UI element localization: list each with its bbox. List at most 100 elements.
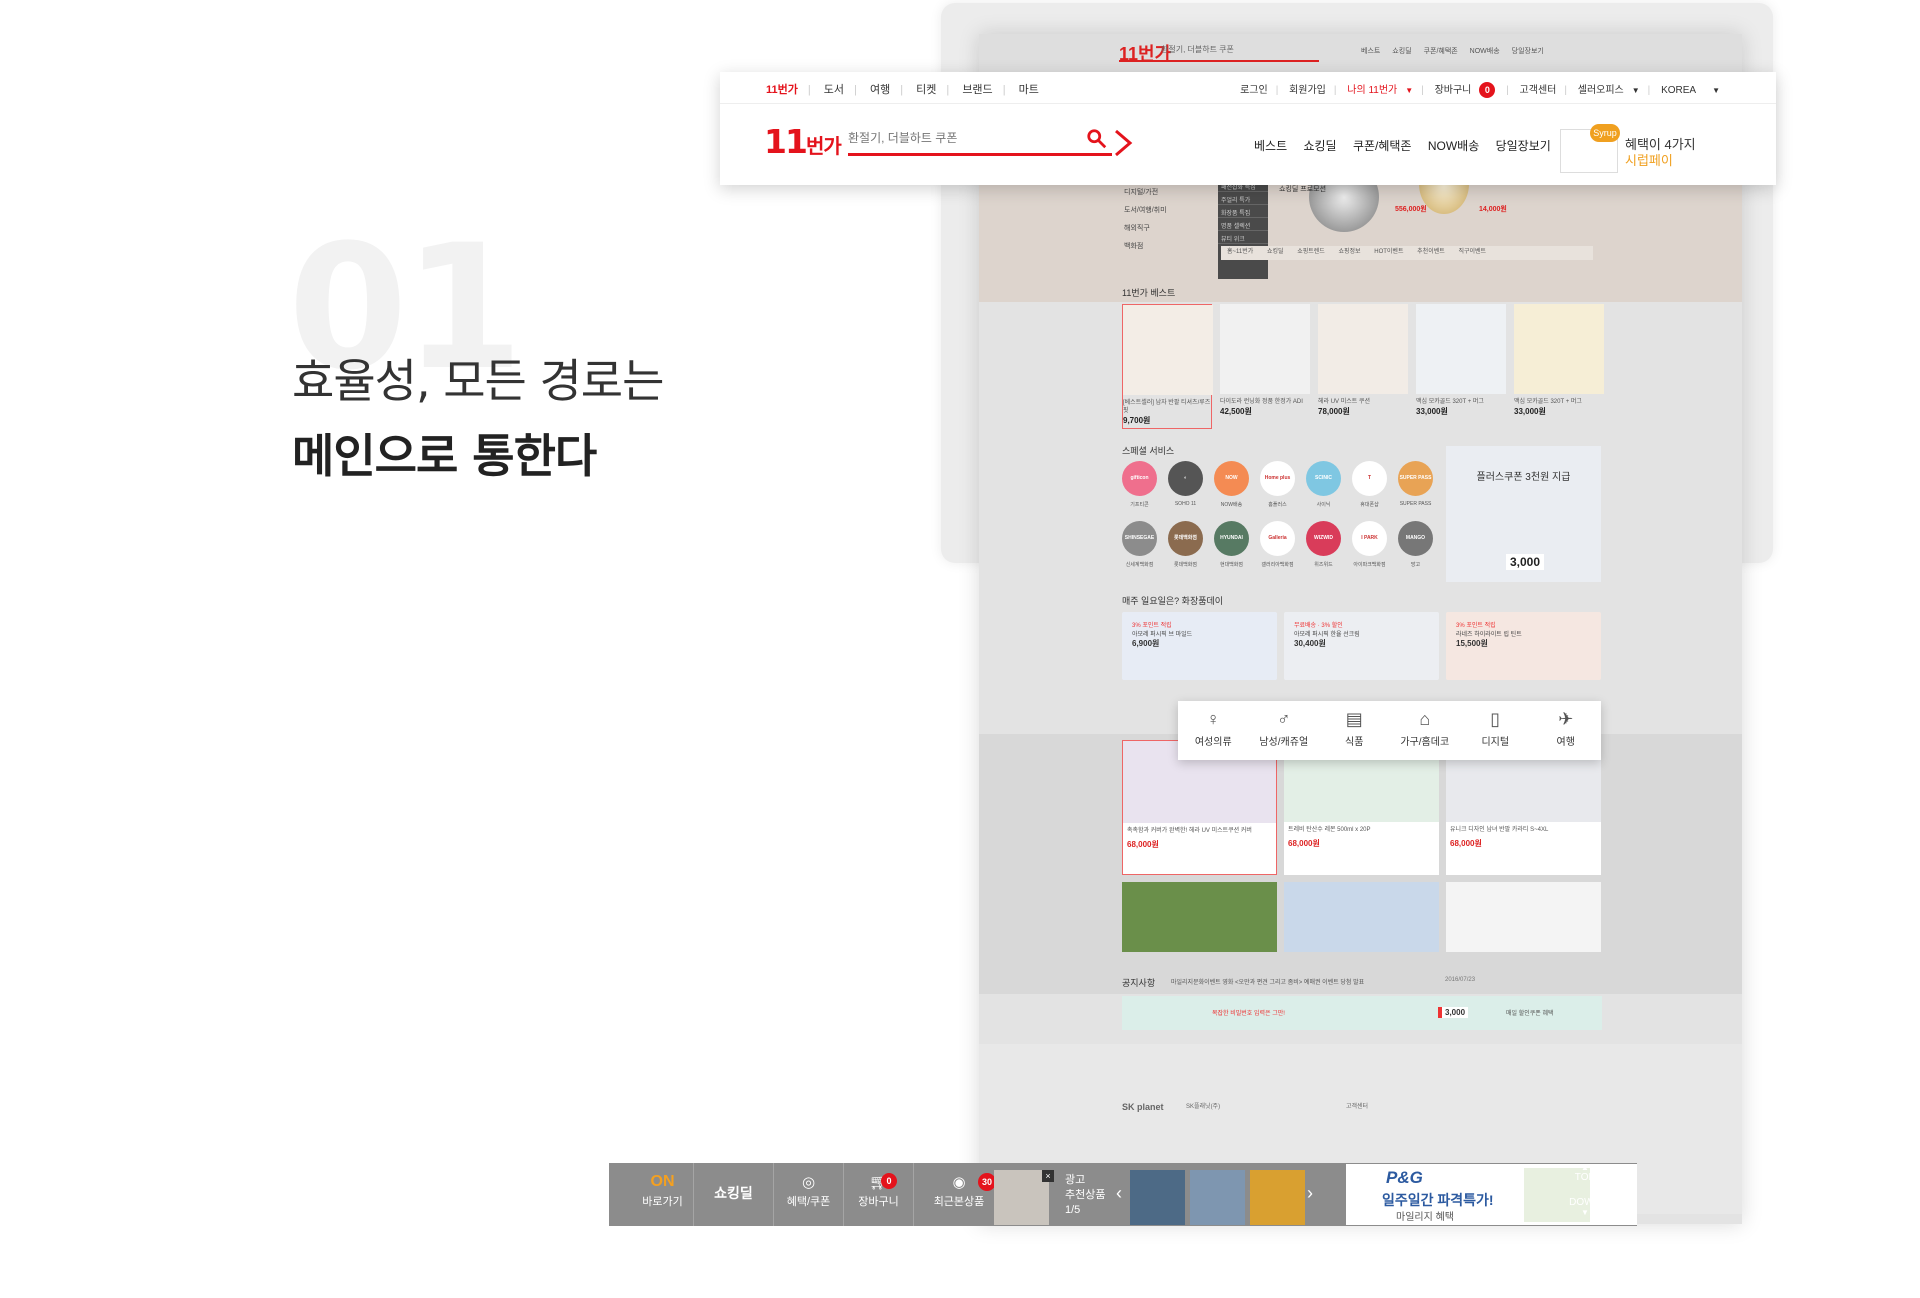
hero-menu-item[interactable]: 해외직구: [1124, 220, 1167, 238]
hero-menu-item[interactable]: 도서/여행/취미: [1124, 202, 1167, 220]
up-arrow-icon[interactable]: ▲: [1558, 1163, 1612, 1172]
site-logo[interactable]: 11번가: [764, 122, 842, 161]
language-select[interactable]: KOREA: [1661, 85, 1696, 96]
best-product[interactable]: 다이도라 런닝화 정품 한정가 ADI 42,500원: [1220, 304, 1310, 429]
hero-submenu-item[interactable]: 화장품 특집: [1218, 205, 1268, 218]
service-label: SUPER PASS: [1399, 501, 1432, 507]
next-arrow-icon[interactable]: ›: [1307, 1183, 1313, 1204]
cs-link[interactable]: 고객센터: [1520, 85, 1557, 96]
service-round-icon[interactable]: SUPER PASS: [1398, 461, 1433, 496]
service-round-icon[interactable]: 롯데백화점: [1168, 521, 1203, 556]
best-product[interactable]: 맥심 모카골드 320T + 머그 33,000원: [1514, 304, 1604, 429]
benefit-coupon-button[interactable]: ◎ 혜택/쿠폰: [774, 1163, 844, 1226]
hero-menu-item[interactable]: 백화점: [1124, 238, 1167, 256]
deal-banner-image[interactable]: [1446, 882, 1601, 952]
close-icon[interactable]: ×: [1042, 1170, 1054, 1182]
deal-card[interactable]: 촉촉함과 커버가 완벽한! 헤라 UV 미스트쿠션 커버 68,000원: [1122, 740, 1277, 875]
top-button[interactable]: TOP: [1558, 1172, 1612, 1183]
down-arrow-icon[interactable]: ▼: [1558, 1208, 1612, 1217]
weekly-banner[interactable]: 무료배송 · 3% 할인 아모레 퍼시픽 한율 선크림 30,400원: [1284, 612, 1439, 680]
syrup-text-2[interactable]: 시럽페이: [1625, 150, 1673, 169]
service-round-icon[interactable]: MANGO: [1398, 521, 1433, 556]
hero-tab[interactable]: 쇼킹딜: [1267, 249, 1284, 255]
chevron-down-icon[interactable]: ▼: [1712, 86, 1720, 95]
hero-tab[interactable]: 추천이벤트: [1417, 249, 1445, 255]
service-round-icon[interactable]: gifticon: [1122, 461, 1157, 496]
category-furniture[interactable]: ⌂ 가구/홈데코: [1395, 709, 1455, 760]
chevron-down-icon[interactable]: ▼: [1405, 86, 1413, 95]
mini-nav-item[interactable]: 쿠폰/혜택존: [1424, 48, 1458, 55]
recommend-product-thumb[interactable]: [1190, 1170, 1245, 1225]
hero-menu-item[interactable]: 디지털/가전: [1124, 184, 1167, 202]
deal-banner-image[interactable]: [1284, 882, 1439, 952]
deal-card[interactable]: 트레비 탄산수 레몬 500ml x 20P 68,000원: [1284, 740, 1439, 875]
service-round-icon[interactable]: Home plus: [1260, 461, 1295, 496]
login-link[interactable]: 로그인: [1240, 85, 1268, 96]
deal-card[interactable]: 유니크 디자인 남녀 반팔 카라티 S~4XL 68,000원: [1446, 740, 1601, 875]
mini-nav-item[interactable]: 쇼킹딜: [1392, 48, 1411, 55]
recommend-product-thumb[interactable]: [1250, 1170, 1305, 1225]
topbar-link-11st[interactable]: 11번가: [766, 84, 798, 96]
service-round-icon[interactable]: SCINIC: [1306, 461, 1341, 496]
category-travel[interactable]: ✈ 여행: [1536, 709, 1596, 760]
prev-arrow-icon[interactable]: ‹: [1116, 1183, 1122, 1204]
cart-button[interactable]: 🛒︎ 장바구니 0: [844, 1163, 914, 1226]
hero-tab[interactable]: 쇼핑정보: [1338, 249, 1360, 255]
hero-tab[interactable]: 홈~11번가: [1227, 249, 1253, 255]
best-product[interactable]: 맥심 모카골드 320T + 머그 33,000원: [1416, 304, 1506, 429]
recent-button[interactable]: ◉ 최근본상품 30: [914, 1163, 1004, 1226]
hero-submenu-item[interactable]: 명품 셀렉션: [1218, 218, 1268, 231]
down-button[interactable]: DOWN: [1558, 1197, 1612, 1208]
category-food[interactable]: ▤ 식품: [1324, 709, 1384, 760]
notice-text[interactable]: 마일리지문화이벤트 영화 <오만과 편견 그리고 좀비> 예매권 이벤트 당첨 …: [1171, 977, 1364, 986]
nav-same-day[interactable]: 당일장보기: [1496, 139, 1551, 153]
chevron-down-icon[interactable]: ▼: [1632, 86, 1640, 95]
hero-tab[interactable]: HOT이벤트: [1374, 249, 1403, 255]
nav-now-delivery[interactable]: NOW배송: [1428, 139, 1479, 153]
topbar-link-brand[interactable]: 브랜드: [962, 84, 992, 96]
mini-nav-item[interactable]: 베스트: [1361, 48, 1380, 55]
topbar-link-mart[interactable]: 마트: [1019, 84, 1039, 96]
notice-banner[interactable]: 복잡한 비밀번호 입력은 그만! 3,000 매일 할인쿠폰 혜택: [1122, 996, 1602, 1030]
mini-search[interactable]: 환절기, 더블하트 쿠폰: [1119, 44, 1319, 62]
service-round-icon[interactable]: I PARK: [1352, 521, 1387, 556]
service-round-icon[interactable]: NOW: [1214, 461, 1249, 496]
search-input[interactable]: [848, 126, 1068, 150]
deal-banner-image[interactable]: [1122, 882, 1277, 952]
recommend-product-thumb[interactable]: [1130, 1170, 1185, 1225]
search-icon[interactable]: [1086, 128, 1108, 150]
mini-nav-item[interactable]: 당일장보기: [1512, 48, 1544, 55]
best-product[interactable]: 헤라 UV 미스트 쿠션 78,000원: [1318, 304, 1408, 429]
mini-nav-item[interactable]: NOW배송: [1470, 48, 1500, 55]
nav-best[interactable]: 베스트: [1254, 139, 1287, 153]
shocking-deal-button[interactable]: 쇼킹딜: [694, 1163, 774, 1226]
nav-shocking-deal[interactable]: 쇼킹딜: [1303, 139, 1336, 153]
topbar-link-travel[interactable]: 여행: [870, 84, 890, 96]
service-round-icon[interactable]: SHINSEGAE: [1122, 521, 1157, 556]
weekly-banner[interactable]: 3% 포인트 적립 라네즈 하이라이트 립 틴트 15,500원: [1446, 612, 1601, 680]
topbar-link-ticket[interactable]: 티켓: [916, 84, 936, 96]
seller-office-link[interactable]: 셀러오피스: [1578, 85, 1624, 96]
service-round-icon[interactable]: Galleria: [1260, 521, 1295, 556]
topbar-link-books[interactable]: 도서: [824, 84, 844, 96]
nav-coupon[interactable]: 쿠폰/혜택존: [1353, 139, 1412, 153]
service-round-icon[interactable]: T: [1352, 461, 1387, 496]
category-mens[interactable]: ♂ 남성/캐쥬얼: [1254, 709, 1314, 760]
cart-link[interactable]: 장바구니: [1435, 85, 1472, 96]
best-product[interactable]: [베스트셀러] 남자 반팔 티셔츠/루즈핏 9,700원: [1122, 304, 1213, 429]
hero-submenu-item[interactable]: 주얼리 특가: [1218, 192, 1268, 205]
signup-link[interactable]: 회원가입: [1289, 85, 1326, 96]
service-round-icon[interactable]: WIZWID: [1306, 521, 1341, 556]
weekly-banner[interactable]: 3% 포인트 적립 아모레 퍼시픽 브 마일드 6,900원: [1122, 612, 1277, 680]
my11st-link[interactable]: 나의 11번가: [1347, 85, 1397, 96]
category-womens[interactable]: ♀ 여성의류: [1183, 709, 1243, 760]
special-ad[interactable]: 플러스쿠폰 3천원 지급 3,000: [1446, 446, 1601, 582]
service-round-icon[interactable]: ◐: [1168, 461, 1203, 496]
service-round-icon[interactable]: HYUNDAI: [1214, 521, 1249, 556]
on-shortcut-button[interactable]: ON 바로가기: [632, 1163, 694, 1226]
hero-tab[interactable]: 직구이벤트: [1458, 249, 1486, 255]
recent-product-thumb[interactable]: [994, 1170, 1049, 1225]
category-digital[interactable]: ▯ 디지털: [1465, 709, 1525, 760]
hero-submenu-item[interactable]: 뷰티 위크: [1218, 231, 1268, 244]
hero-tab[interactable]: 쇼핑트렌드: [1297, 249, 1325, 255]
